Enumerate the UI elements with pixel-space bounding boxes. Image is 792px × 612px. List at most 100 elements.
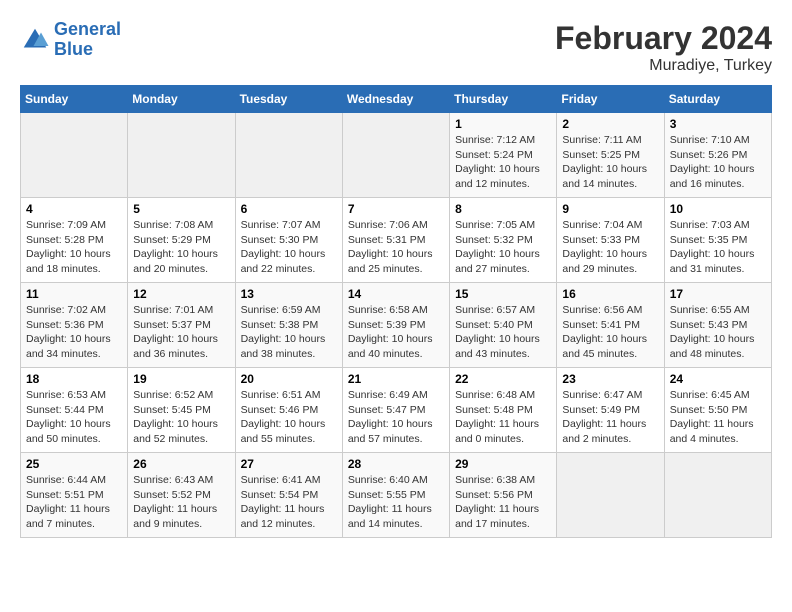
day-number: 5 — [133, 202, 229, 216]
day-info: Sunrise: 7:06 AM Sunset: 5:31 PM Dayligh… — [348, 218, 444, 277]
day-number: 14 — [348, 287, 444, 301]
day-number: 26 — [133, 457, 229, 471]
header-friday: Friday — [557, 86, 664, 113]
header-tuesday: Tuesday — [235, 86, 342, 113]
day-info: Sunrise: 7:11 AM Sunset: 5:25 PM Dayligh… — [562, 133, 658, 192]
calendar-cell: 1 Sunrise: 7:12 AM Sunset: 5:24 PM Daylig… — [450, 113, 557, 198]
calendar-cell: 21 Sunrise: 6:49 AM Sunset: 5:47 PM Dayli… — [342, 368, 449, 453]
day-number: 4 — [26, 202, 122, 216]
calendar-cell: 17 Sunrise: 6:55 AM Sunset: 5:43 PM Dayli… — [664, 283, 771, 368]
day-number: 16 — [562, 287, 658, 301]
day-info: Sunrise: 6:47 AM Sunset: 5:49 PM Dayligh… — [562, 388, 658, 447]
day-number: 17 — [670, 287, 766, 301]
day-info: Sunrise: 6:48 AM Sunset: 5:48 PM Dayligh… — [455, 388, 551, 447]
day-number: 3 — [670, 117, 766, 131]
calendar-cell: 10 Sunrise: 7:03 AM Sunset: 5:35 PM Dayli… — [664, 198, 771, 283]
calendar-cell: 7Sunrise: 7:06 AM Sunset: 5:31 PM Daylig… — [342, 198, 449, 283]
calendar-cell: 19 Sunrise: 6:52 AM Sunset: 5:45 PM Dayli… — [128, 368, 235, 453]
calendar-body: 1 Sunrise: 7:12 AM Sunset: 5:24 PM Daylig… — [21, 113, 772, 538]
calendar-cell — [128, 113, 235, 198]
day-info: Sunrise: 6:49 AM Sunset: 5:47 PM Dayligh… — [348, 388, 444, 447]
day-info: Sunrise: 7:10 AM Sunset: 5:26 PM Dayligh… — [670, 133, 766, 192]
calendar-cell: 14 Sunrise: 6:58 AM Sunset: 5:39 PM Dayli… — [342, 283, 449, 368]
calendar-cell: 26 Sunrise: 6:43 AM Sunset: 5:52 PM Dayli… — [128, 453, 235, 538]
day-info: Sunrise: 6:40 AM Sunset: 5:55 PM Dayligh… — [348, 473, 444, 532]
calendar-cell: 5Sunrise: 7:08 AM Sunset: 5:29 PM Daylig… — [128, 198, 235, 283]
day-number: 27 — [241, 457, 337, 471]
calendar-cell: 13 Sunrise: 6:59 AM Sunset: 5:38 PM Dayli… — [235, 283, 342, 368]
calendar-subtitle: Muradiye, Turkey — [555, 57, 772, 75]
day-number: 18 — [26, 372, 122, 386]
day-info: Sunrise: 6:51 AM Sunset: 5:46 PM Dayligh… — [241, 388, 337, 447]
day-number: 20 — [241, 372, 337, 386]
day-info: Sunrise: 6:43 AM Sunset: 5:52 PM Dayligh… — [133, 473, 229, 532]
calendar-cell: 8 Sunrise: 7:05 AM Sunset: 5:32 PM Daylig… — [450, 198, 557, 283]
day-info: Sunrise: 6:55 AM Sunset: 5:43 PM Dayligh… — [670, 303, 766, 362]
calendar-week-1: 1 Sunrise: 7:12 AM Sunset: 5:24 PM Daylig… — [21, 113, 772, 198]
day-info: Sunrise: 7:03 AM Sunset: 5:35 PM Dayligh… — [670, 218, 766, 277]
day-number: 11 — [26, 287, 122, 301]
calendar-cell — [557, 453, 664, 538]
day-number: 12 — [133, 287, 229, 301]
day-info: Sunrise: 6:38 AM Sunset: 5:56 PM Dayligh… — [455, 473, 551, 532]
day-info: Sunrise: 6:52 AM Sunset: 5:45 PM Dayligh… — [133, 388, 229, 447]
calendar-cell — [664, 453, 771, 538]
calendar-cell: 15Sunrise: 6:57 AM Sunset: 5:40 PM Dayli… — [450, 283, 557, 368]
calendar-week-2: 4Sunrise: 7:09 AM Sunset: 5:28 PM Daylig… — [21, 198, 772, 283]
calendar-cell: 28Sunrise: 6:40 AM Sunset: 5:55 PM Dayli… — [342, 453, 449, 538]
day-number: 21 — [348, 372, 444, 386]
title-block: February 2024 Muradiye, Turkey — [555, 20, 772, 75]
calendar-header: Sunday Monday Tuesday Wednesday Thursday… — [21, 86, 772, 113]
calendar-cell: 29 Sunrise: 6:38 AM Sunset: 5:56 PM Dayli… — [450, 453, 557, 538]
calendar-week-4: 18 Sunrise: 6:53 AM Sunset: 5:44 PM Dayli… — [21, 368, 772, 453]
calendar-title: February 2024 — [555, 20, 772, 57]
day-info: Sunrise: 6:58 AM Sunset: 5:39 PM Dayligh… — [348, 303, 444, 362]
calendar-table: Sunday Monday Tuesday Wednesday Thursday… — [20, 85, 772, 538]
day-number: 22 — [455, 372, 551, 386]
day-info: Sunrise: 7:12 AM Sunset: 5:24 PM Dayligh… — [455, 133, 551, 192]
day-number: 9 — [562, 202, 658, 216]
calendar-cell: 18 Sunrise: 6:53 AM Sunset: 5:44 PM Dayli… — [21, 368, 128, 453]
logo: General Blue — [20, 20, 121, 60]
header-thursday: Thursday — [450, 86, 557, 113]
day-number: 10 — [670, 202, 766, 216]
calendar-cell — [21, 113, 128, 198]
day-number: 19 — [133, 372, 229, 386]
day-number: 1 — [455, 117, 551, 131]
day-number: 13 — [241, 287, 337, 301]
calendar-cell — [342, 113, 449, 198]
logo-icon — [20, 25, 50, 55]
day-info: Sunrise: 6:41 AM Sunset: 5:54 PM Dayligh… — [241, 473, 337, 532]
logo-text: General Blue — [54, 20, 121, 60]
day-info: Sunrise: 7:02 AM Sunset: 5:36 PM Dayligh… — [26, 303, 122, 362]
day-number: 23 — [562, 372, 658, 386]
day-number: 2 — [562, 117, 658, 131]
calendar-cell: 22 Sunrise: 6:48 AM Sunset: 5:48 PM Dayli… — [450, 368, 557, 453]
calendar-cell: 9Sunrise: 7:04 AM Sunset: 5:33 PM Daylig… — [557, 198, 664, 283]
day-number: 15 — [455, 287, 551, 301]
calendar-cell: 11 Sunrise: 7:02 AM Sunset: 5:36 PM Dayli… — [21, 283, 128, 368]
header-saturday: Saturday — [664, 86, 771, 113]
calendar-cell: 27 Sunrise: 6:41 AM Sunset: 5:54 PM Dayli… — [235, 453, 342, 538]
calendar-cell: 25 Sunrise: 6:44 AM Sunset: 5:51 PM Dayli… — [21, 453, 128, 538]
day-info: Sunrise: 6:53 AM Sunset: 5:44 PM Dayligh… — [26, 388, 122, 447]
calendar-cell: 24Sunrise: 6:45 AM Sunset: 5:50 PM Dayli… — [664, 368, 771, 453]
day-info: Sunrise: 7:05 AM Sunset: 5:32 PM Dayligh… — [455, 218, 551, 277]
calendar-cell: 12Sunrise: 7:01 AM Sunset: 5:37 PM Dayli… — [128, 283, 235, 368]
page-header: General Blue February 2024 Muradiye, Tur… — [20, 20, 772, 75]
day-info: Sunrise: 6:59 AM Sunset: 5:38 PM Dayligh… — [241, 303, 337, 362]
calendar-cell: 4Sunrise: 7:09 AM Sunset: 5:28 PM Daylig… — [21, 198, 128, 283]
calendar-cell: 3 Sunrise: 7:10 AM Sunset: 5:26 PM Daylig… — [664, 113, 771, 198]
day-number: 8 — [455, 202, 551, 216]
header-row: Sunday Monday Tuesday Wednesday Thursday… — [21, 86, 772, 113]
calendar-cell: 2 Sunrise: 7:11 AM Sunset: 5:25 PM Daylig… — [557, 113, 664, 198]
calendar-cell — [235, 113, 342, 198]
day-info: Sunrise: 6:45 AM Sunset: 5:50 PM Dayligh… — [670, 388, 766, 447]
day-number: 25 — [26, 457, 122, 471]
day-number: 29 — [455, 457, 551, 471]
day-info: Sunrise: 6:44 AM Sunset: 5:51 PM Dayligh… — [26, 473, 122, 532]
calendar-week-5: 25 Sunrise: 6:44 AM Sunset: 5:51 PM Dayli… — [21, 453, 772, 538]
calendar-cell: 20 Sunrise: 6:51 AM Sunset: 5:46 PM Dayli… — [235, 368, 342, 453]
calendar-cell: 16Sunrise: 6:56 AM Sunset: 5:41 PM Dayli… — [557, 283, 664, 368]
header-sunday: Sunday — [21, 86, 128, 113]
